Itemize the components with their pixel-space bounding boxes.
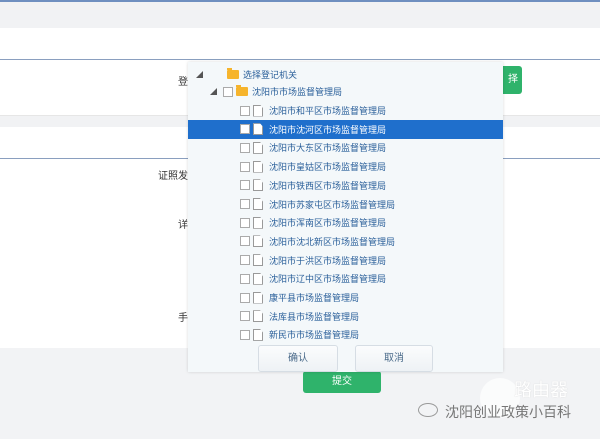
wechat-icon xyxy=(418,403,438,417)
authority-tree-popup: 选择登记机关 沈阳市市场监督管理局 沈阳市和平区市场监督管理局 沈阳市沈河区市场监… xyxy=(188,62,503,372)
confirm-button[interactable]: 确认 xyxy=(258,345,338,372)
tree-item[interactable]: 新民市市场监督管理局 xyxy=(188,325,503,344)
cancel-button[interactable]: 取消 xyxy=(355,345,433,372)
tree-item-label: 沈阳市浑南区市场监督管理局 xyxy=(269,219,387,230)
document-icon xyxy=(253,141,263,154)
checkbox[interactable] xyxy=(240,199,250,209)
top-bar xyxy=(0,2,600,28)
tree-item[interactable]: 沈阳市辽中区市场监督管理局 xyxy=(188,269,503,288)
tree-item-label: 沈阳市辽中区市场监督管理局 xyxy=(269,275,387,286)
tree-item-label: 沈阳市大东区市场监督管理局 xyxy=(269,144,387,155)
phone-label: 手 xyxy=(178,313,188,324)
tree-item[interactable]: 沈阳市于洪区市场监督管理局 xyxy=(188,251,503,270)
tree-item-label: 沈阳市沈河区市场监督管理局 xyxy=(269,125,387,136)
checkbox[interactable] xyxy=(240,273,250,284)
tree-item[interactable]: 沈阳市和平区市场监督管理局 xyxy=(188,101,503,120)
folder-icon xyxy=(227,68,239,79)
tree-item[interactable]: 康平县市场监督管理局 xyxy=(188,288,503,307)
checkbox[interactable] xyxy=(240,142,250,153)
expand-icon[interactable] xyxy=(210,88,217,95)
submit-button[interactable]: 提交 xyxy=(303,371,381,393)
document-icon xyxy=(253,198,263,210)
tree-item-label: 沈阳市铁西区市场监督管理局 xyxy=(269,181,387,192)
tree-item-label: 法库县市场监督管理局 xyxy=(269,312,360,323)
checkbox[interactable] xyxy=(240,161,250,172)
divider xyxy=(0,59,600,60)
document-icon xyxy=(253,104,263,117)
checkbox[interactable] xyxy=(240,255,250,266)
tree-item-label: 新民市市场监督管理局 xyxy=(269,331,360,342)
checkbox[interactable] xyxy=(240,180,250,191)
tree-parent[interactable]: 沈阳市市场监督管理局 xyxy=(188,82,503,101)
document-icon xyxy=(253,328,263,341)
tree-item-label: 沈阳市和平区市场监督管理局 xyxy=(269,107,387,117)
tree-item-label: 沈阳市沈北新区市场监督管理局 xyxy=(269,237,396,248)
registration-authority-label: 登 xyxy=(178,77,188,88)
document-icon xyxy=(253,123,263,136)
tree-item[interactable]: 沈阳市苏家屯区市场监督管理局 xyxy=(188,195,503,214)
checkbox[interactable] xyxy=(223,86,233,97)
checkbox[interactable] xyxy=(240,311,250,322)
tree-item-label: 沈阳市于洪区市场监督管理局 xyxy=(269,256,387,267)
watermark-brand: 路由器 xyxy=(514,380,568,401)
tree-item[interactable]: 沈阳市皇姑区市场监督管理局 xyxy=(188,157,503,176)
tree-parent-label: 沈阳市市场监督管理局 xyxy=(252,88,343,98)
tree-item[interactable]: 沈阳市浑南区市场监督管理局 xyxy=(188,213,503,232)
watermark-account: 沈阳创业政策小百科 xyxy=(445,405,571,421)
checkbox[interactable] xyxy=(240,329,250,340)
checkbox[interactable] xyxy=(240,217,250,228)
tree-root-label: 选择登记机关 xyxy=(243,71,298,81)
tree-item-label: 沈阳市皇姑区市场监督管理局 xyxy=(269,163,387,174)
document-icon xyxy=(253,179,263,192)
checkbox[interactable] xyxy=(240,124,250,135)
tree-item[interactable]: 沈阳市沈北新区市场监督管理局 xyxy=(188,232,503,251)
document-icon xyxy=(253,254,263,267)
tree-item-label: 康平县市场监督管理局 xyxy=(269,294,360,304)
detail-label: 详 xyxy=(178,220,188,231)
document-icon xyxy=(253,216,263,229)
document-icon xyxy=(253,291,263,304)
tree-item[interactable]: 沈阳市铁西区市场监督管理局 xyxy=(188,176,503,195)
document-icon xyxy=(253,235,263,248)
document-icon xyxy=(253,160,263,173)
checkbox[interactable] xyxy=(240,105,250,116)
expand-icon[interactable] xyxy=(196,71,203,78)
document-icon xyxy=(253,310,263,323)
issuer-label: 证照发 xyxy=(158,171,188,182)
checkbox[interactable] xyxy=(240,292,250,303)
document-icon xyxy=(253,272,263,285)
tree-item-label: 沈阳市苏家屯区市场监督管理局 xyxy=(269,200,396,211)
tree-item[interactable]: 法库县市场监督管理局 xyxy=(188,307,503,326)
tree-item[interactable]: 沈阳市大东区市场监督管理局 xyxy=(188,138,503,157)
folder-icon xyxy=(236,85,248,96)
checkbox[interactable] xyxy=(240,236,250,247)
tree-item[interactable]: 沈阳市沈河区市场监督管理局 xyxy=(188,119,503,139)
